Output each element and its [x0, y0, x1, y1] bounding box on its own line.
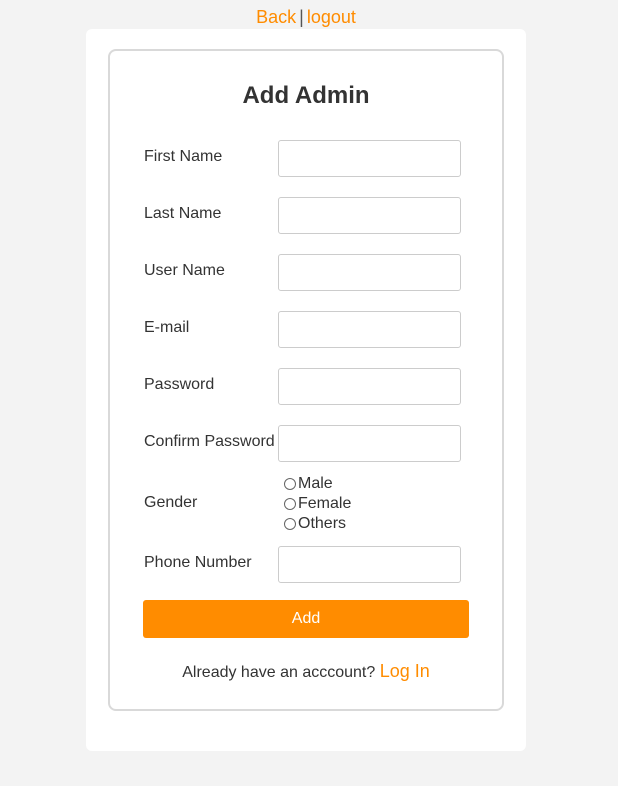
add-button[interactable]: Add	[143, 600, 469, 638]
radio-button-male[interactable]	[284, 478, 296, 490]
gender-option-others[interactable]: Others	[284, 515, 346, 533]
radio-button-female[interactable]	[284, 498, 296, 510]
outer-card: Add Admin First Name Last Name User Name…	[86, 29, 526, 751]
top-nav: Back | logout	[0, 7, 612, 28]
phone-number-label: Phone Number	[144, 554, 252, 571]
nav-separator: |	[299, 7, 304, 27]
add-admin-form: Add Admin First Name Last Name User Name…	[108, 49, 504, 711]
first-name-input[interactable]	[278, 140, 461, 177]
gender-female-label: Female	[298, 495, 352, 512]
gender-option-female[interactable]: Female	[284, 495, 351, 513]
back-link[interactable]: Back	[256, 7, 296, 27]
confirm-password-input[interactable]	[278, 425, 461, 462]
logout-link[interactable]: logout	[307, 7, 356, 27]
gender-others-label: Others	[298, 515, 347, 532]
login-link[interactable]: Log In	[380, 661, 430, 681]
gender-male-label: Male	[298, 475, 333, 492]
account-prompt-text: Already have an acccount?	[182, 664, 376, 681]
confirm-password-label: Confirm Password	[144, 433, 275, 450]
gender-label: Gender	[144, 494, 198, 511]
gender-option-male[interactable]: Male	[284, 475, 333, 493]
phone-number-input[interactable]	[278, 546, 461, 583]
user-name-input[interactable]	[278, 254, 461, 291]
form-title: Add Admin	[242, 82, 370, 109]
radio-button-others[interactable]	[284, 518, 296, 530]
password-label: Password	[144, 376, 215, 393]
last-name-input[interactable]	[278, 197, 461, 234]
password-input[interactable]	[278, 368, 461, 405]
first-name-label: First Name	[144, 148, 223, 165]
email-label: E-mail	[144, 319, 190, 336]
user-name-label: User Name	[144, 262, 225, 279]
email-input[interactable]	[278, 311, 461, 348]
login-prompt: Already have an acccount? Log In	[110, 661, 502, 682]
last-name-label: Last Name	[144, 205, 222, 222]
